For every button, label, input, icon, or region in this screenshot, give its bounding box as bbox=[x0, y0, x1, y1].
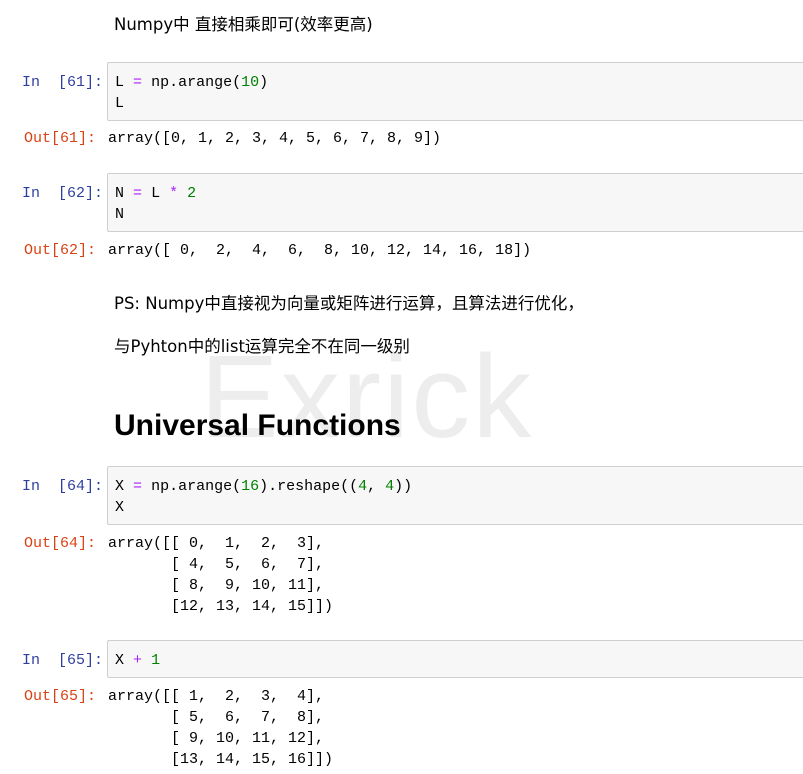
code-token: L bbox=[151, 185, 161, 202]
code-token: , bbox=[367, 478, 386, 495]
output-62: array([ 0, 2, 4, 6, 8, 10, 12, 14, 16, 1… bbox=[108, 242, 532, 259]
code-number: 4 bbox=[358, 478, 368, 495]
output-64: array([[ 0, 1, 2, 3], [ 4, 5, 6, 7], [ 8… bbox=[108, 535, 334, 615]
markdown-ps-line2: 与Pyhton中的list运算完全不在同一级别 bbox=[114, 337, 410, 356]
code-line: N = L * 2 bbox=[115, 183, 803, 204]
code-number: 16 bbox=[241, 478, 260, 495]
code-line: N bbox=[115, 206, 125, 223]
code-token: )) bbox=[394, 478, 413, 495]
code-line: X = np.arange(16).reshape((4, 4)) bbox=[115, 476, 803, 497]
in-prompt-61: In [61]: bbox=[22, 74, 104, 91]
output-65: array([[ 1, 2, 3, 4], [ 5, 6, 7, 8], [ 9… bbox=[108, 688, 334, 768]
code-cell-64[interactable]: X = np.arange(16).reshape((4, 4)) X bbox=[107, 466, 803, 525]
markdown-intro: Numpy中 直接相乘即可(效率更高) bbox=[114, 15, 373, 34]
code-token: ) bbox=[259, 74, 269, 91]
code-number: 10 bbox=[241, 74, 260, 91]
out-prompt-61: Out[61]: bbox=[24, 130, 97, 147]
in-prompt-65: In [65]: bbox=[22, 652, 104, 669]
code-number: 2 bbox=[187, 185, 197, 202]
out-prompt-64: Out[64]: bbox=[24, 535, 97, 552]
code-operator: = bbox=[133, 74, 143, 91]
code-line: L bbox=[115, 95, 125, 112]
code-operator: = bbox=[133, 478, 143, 495]
in-prompt-62: In [62]: bbox=[22, 185, 104, 202]
code-token: X bbox=[115, 478, 125, 495]
code-operator: + bbox=[133, 652, 143, 669]
code-token: X bbox=[115, 652, 125, 669]
code-cell-61[interactable]: L = np.arange(10) L bbox=[107, 62, 803, 121]
output-61: array([0, 1, 2, 3, 4, 5, 6, 7, 8, 9]) bbox=[108, 130, 442, 147]
code-cell-62[interactable]: N = L * 2 N bbox=[107, 173, 803, 232]
code-token: N bbox=[115, 185, 125, 202]
code-operator: * bbox=[169, 185, 179, 202]
code-operator: = bbox=[133, 185, 143, 202]
code-token: ).reshape(( bbox=[259, 478, 359, 495]
code-line: X bbox=[115, 499, 125, 516]
code-line: X + 1 bbox=[115, 650, 803, 671]
code-number: 1 bbox=[151, 652, 161, 669]
code-number: 4 bbox=[385, 478, 395, 495]
in-prompt-64: In [64]: bbox=[22, 478, 104, 495]
code-token: np.arange( bbox=[151, 74, 242, 91]
out-prompt-65: Out[65]: bbox=[24, 688, 97, 705]
code-token: np.arange( bbox=[151, 478, 242, 495]
markdown-ps-line1: PS: Numpy中直接视为向量或矩阵进行运算，且算法进行优化， bbox=[114, 294, 584, 313]
code-line: L = np.arange(10) bbox=[115, 72, 803, 93]
code-cell-65[interactable]: X + 1 bbox=[107, 640, 803, 678]
code-token: L bbox=[115, 74, 125, 91]
out-prompt-62: Out[62]: bbox=[24, 242, 97, 259]
section-heading: Universal Functions bbox=[114, 409, 401, 442]
